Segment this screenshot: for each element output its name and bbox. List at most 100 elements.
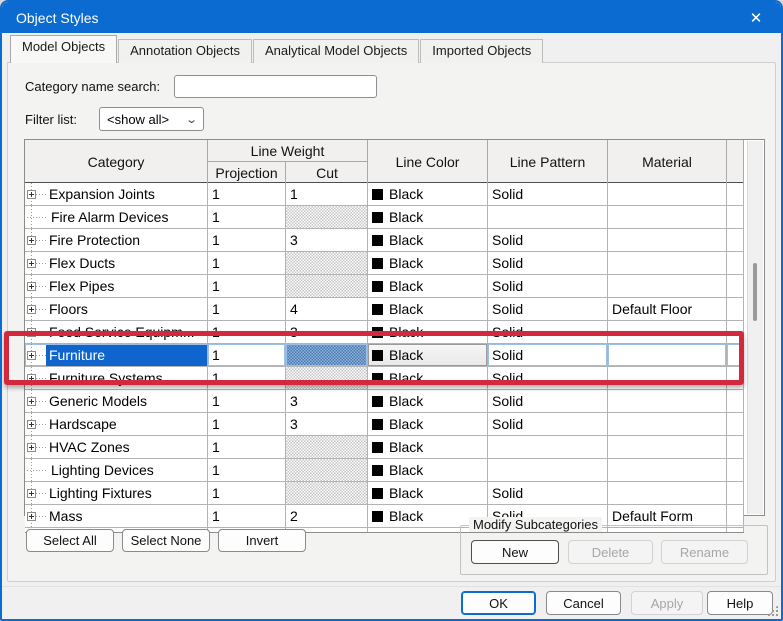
cut-cell[interactable]: 1 (286, 183, 368, 205)
material-cell[interactable] (608, 275, 727, 297)
table-row-hardscape[interactable]: Hardscape13BlackSolid (25, 413, 744, 436)
cut-cell[interactable]: 3 (286, 413, 368, 435)
category-cell[interactable]: Food Service Equipm... (25, 321, 208, 343)
material-cell[interactable] (608, 252, 727, 274)
category-cell[interactable]: Flex Ducts (25, 252, 208, 274)
category-cell[interactable]: Hardscape (25, 413, 208, 435)
material-cell[interactable] (608, 390, 727, 412)
expand-plus-icon[interactable] (27, 328, 36, 337)
line-color-cell[interactable]: Black (368, 275, 488, 297)
expand-plus-icon[interactable] (27, 259, 36, 268)
category-cell[interactable]: Floors (25, 298, 208, 320)
projection-cell[interactable]: 1 (208, 367, 286, 389)
close-icon[interactable]: ✕ (737, 5, 775, 30)
material-cell[interactable] (608, 206, 727, 228)
projection-cell[interactable]: 1 (208, 183, 286, 205)
category-cell[interactable]: HVAC Zones (25, 436, 208, 458)
line-color-cell[interactable]: Black (368, 229, 488, 251)
table-row-fire-protection[interactable]: Fire Protection13BlackSolid (25, 229, 744, 252)
projection-cell[interactable]: 1 (208, 321, 286, 343)
header-line-weight[interactable]: Line Weight (208, 140, 367, 162)
expand-plus-icon[interactable] (27, 282, 36, 291)
category-cell[interactable]: Furniture Systems (25, 367, 208, 389)
expand-plus-icon[interactable] (27, 489, 36, 498)
projection-cell[interactable]: 1 (208, 505, 286, 527)
line-pattern-cell[interactable] (488, 459, 608, 481)
line-pattern-cell[interactable]: Solid (488, 482, 608, 504)
line-pattern-cell[interactable]: Solid (488, 229, 608, 251)
header-category[interactable]: Category (25, 140, 208, 183)
material-cell[interactable] (608, 482, 727, 504)
line-color-cell[interactable]: Black (368, 367, 488, 389)
material-cell[interactable]: Default Form (608, 505, 727, 527)
expand-plus-icon[interactable] (27, 236, 36, 245)
ok-button[interactable]: OK (461, 591, 536, 615)
material-cell[interactable] (608, 229, 727, 251)
expand-plus-icon[interactable] (27, 190, 36, 199)
expand-plus-icon[interactable] (27, 420, 36, 429)
projection-cell[interactable]: 1 (208, 298, 286, 320)
table-row-lighting-devices[interactable]: Lighting Devices1Black (25, 459, 744, 482)
line-pattern-cell[interactable]: Solid (488, 321, 608, 343)
material-cell[interactable] (608, 413, 727, 435)
line-color-cell[interactable]: Black (368, 413, 488, 435)
material-cell[interactable] (608, 183, 727, 205)
filter-list-dropdown[interactable]: <show all> ⌄ (99, 107, 204, 131)
category-cell[interactable]: Generic Models (25, 390, 208, 412)
projection-cell[interactable]: 1 (208, 482, 286, 504)
projection-cell[interactable]: 1 (208, 275, 286, 297)
line-color-cell[interactable]: Black (368, 252, 488, 274)
table-row-flex-ducts[interactable]: Flex Ducts1 BlackSolid (25, 252, 744, 275)
line-pattern-cell[interactable]: Solid (488, 367, 608, 389)
material-cell[interactable] (608, 436, 727, 458)
cut-cell[interactable]: 3 (286, 321, 368, 343)
tab-model-objects[interactable]: Model Objects (10, 35, 117, 63)
header-cut[interactable]: Cut (286, 162, 368, 183)
category-cell[interactable]: Expansion Joints (25, 183, 208, 205)
table-row-flex-pipes[interactable]: Flex Pipes1BlackSolid (25, 275, 744, 298)
table-row-furniture[interactable]: Furniture1BlackSolid (25, 344, 744, 367)
table-row-fire-alarm-devices[interactable]: Fire Alarm Devices1Black (25, 206, 744, 229)
material-cell[interactable]: Default Floor (608, 298, 727, 320)
material-cell[interactable] (608, 367, 727, 389)
header-line-pattern[interactable]: Line Pattern (488, 140, 608, 183)
table-row-floors[interactable]: Floors14BlackSolidDefault Floor (25, 298, 744, 321)
cancel-button[interactable]: Cancel (546, 591, 621, 615)
projection-cell[interactable]: 1 (208, 229, 286, 251)
expand-plus-icon[interactable] (27, 351, 36, 360)
category-cell[interactable]: Lighting Devices (25, 459, 208, 481)
category-search-input[interactable] (174, 75, 377, 98)
line-color-cell[interactable]: Black (368, 183, 488, 205)
material-cell[interactable] (608, 344, 727, 366)
select-all-button[interactable]: Select All (26, 529, 114, 552)
category-cell[interactable]: Lighting Fixtures (25, 482, 208, 504)
projection-cell[interactable]: 1 (208, 206, 286, 228)
cut-cell[interactable]: 3 (286, 229, 368, 251)
line-pattern-cell[interactable]: Solid (488, 298, 608, 320)
line-pattern-cell[interactable] (488, 206, 608, 228)
line-color-cell[interactable]: Black (368, 298, 488, 320)
category-cell[interactable]: Mass (25, 505, 208, 527)
line-color-cell[interactable]: Black (368, 436, 488, 458)
table-row-expansion-joints[interactable]: Expansion Joints11BlackSolid (25, 183, 744, 206)
category-cell[interactable]: Furniture (25, 344, 208, 366)
select-none-button[interactable]: Select None (122, 529, 210, 552)
help-button[interactable]: Help (707, 591, 773, 615)
projection-cell[interactable]: 1 (208, 459, 286, 481)
line-pattern-cell[interactable] (488, 436, 608, 458)
header-line-color[interactable]: Line Color (368, 140, 488, 183)
category-cell[interactable]: Flex Pipes (25, 275, 208, 297)
table-row-generic-models[interactable]: Generic Models13BlackSolid (25, 390, 744, 413)
tab-annotation-objects[interactable]: Annotation Objects (118, 39, 252, 63)
line-color-cell[interactable]: Black (368, 482, 488, 504)
projection-cell[interactable]: 1 (208, 390, 286, 412)
line-pattern-cell[interactable]: Solid (488, 183, 608, 205)
vertical-scrollbar[interactable] (747, 141, 763, 514)
expand-plus-icon[interactable] (27, 512, 36, 521)
projection-cell[interactable]: 1 (208, 252, 286, 274)
new-button[interactable]: New (471, 540, 559, 564)
header-projection[interactable]: Projection (208, 162, 286, 183)
table-row-food-service-equipm[interactable]: Food Service Equipm...13BlackSolid (25, 321, 744, 344)
line-pattern-cell[interactable]: Solid (488, 252, 608, 274)
line-pattern-cell[interactable]: Solid (488, 344, 608, 366)
